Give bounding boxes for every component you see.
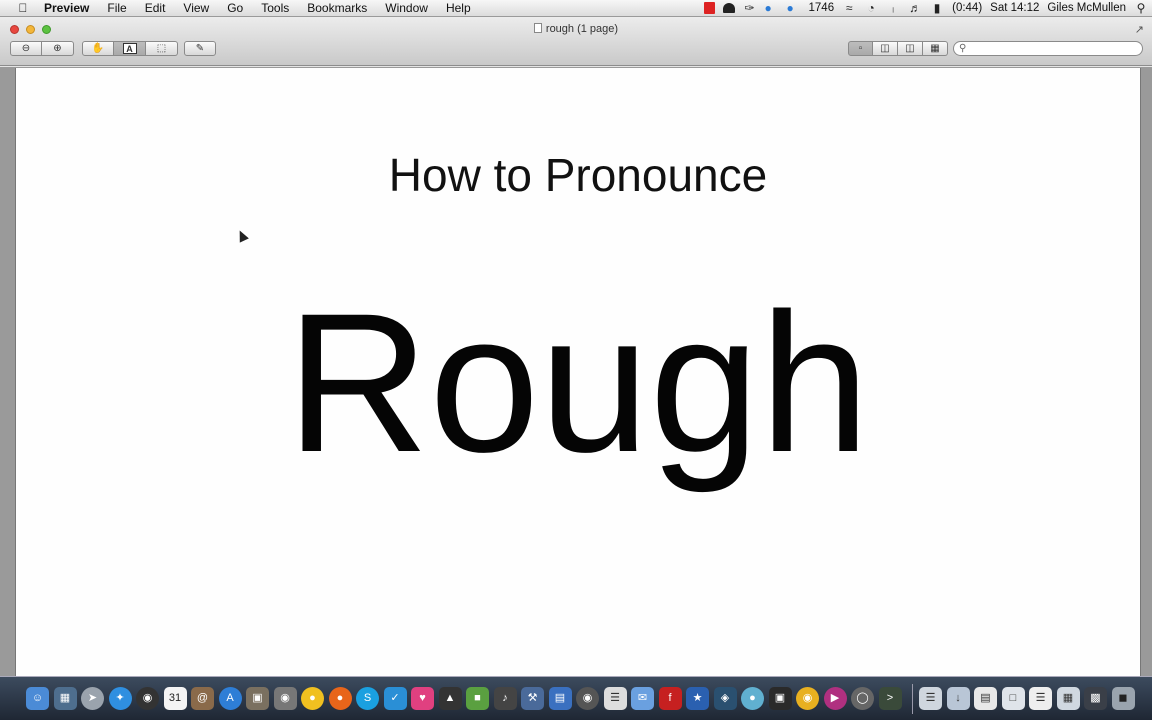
menu-bar:  Preview File Edit View Go Tools Bookma… xyxy=(0,0,1152,17)
terminal-icon[interactable]: > xyxy=(878,687,902,710)
finder-icon[interactable]: ☺ xyxy=(26,687,49,710)
dock: ☺ ▦ ➤ ✦ ◉ 31 @ A ▣ ◉ ● ● S ✓ ♥ ▲ ■ ♪ ⚒ ▤… xyxy=(0,676,1152,720)
cyberduck-icon[interactable]: ● xyxy=(301,687,324,710)
zoom-control: ⊖ ⊕ xyxy=(10,41,74,56)
status-menu-area: ✑ ● ● 1746 ≈ ◔ ᛧ ♬ ▮ (0:44) Sat 14:12 Gi… xyxy=(700,0,1152,17)
search-icon: ⚲ xyxy=(959,43,967,54)
news-icon[interactable]: ◈ xyxy=(713,687,737,710)
view-sidebar-button[interactable]: ◫ xyxy=(873,41,898,56)
evernote-icon[interactable]: ■ xyxy=(466,687,489,710)
mission-control-icon[interactable]: ▦ xyxy=(53,687,77,710)
app-store-icon[interactable]: A xyxy=(218,687,242,710)
downloads-stack-icon[interactable]: ↓ xyxy=(946,687,970,710)
app-menu[interactable]: Preview xyxy=(42,0,98,16)
photos-icon[interactable]: ★ xyxy=(686,687,709,710)
tool-mode-control: ✋ A ⬚ xyxy=(82,41,178,56)
twitterrific-icon[interactable]: ✓ xyxy=(383,687,407,710)
address-book-icon[interactable]: @ xyxy=(191,687,214,710)
preview-icon[interactable]: ▣ xyxy=(246,687,269,710)
skype-icon[interactable]: S xyxy=(356,687,379,710)
keynote-icon[interactable]: ▤ xyxy=(548,687,572,710)
firefox-icon[interactable]: ● xyxy=(328,687,352,710)
itunes-icon[interactable]: ♥ xyxy=(411,687,434,710)
annotate-button[interactable]: ✎ xyxy=(184,41,216,56)
zoom-in-button[interactable]: ⊕ xyxy=(42,41,74,56)
menu-window[interactable]: Window xyxy=(376,0,437,16)
spotlight-icon[interactable]: ⚲ xyxy=(1134,2,1148,14)
text-select-icon: A xyxy=(122,43,137,54)
document-area[interactable]: How to Pronounce Rough xyxy=(0,67,1152,676)
title-bar: rough (1 page) ↗ ⊖ ⊕ ✋ A ⬚ ✎ ▫ ◫ ◫ ▦ ⚲ xyxy=(0,17,1152,66)
view-two-page-button[interactable]: ◫ xyxy=(898,41,923,56)
flash-icon[interactable]: f xyxy=(658,687,682,710)
apple-menu-icon[interactable]:  xyxy=(14,1,32,15)
textedit-icon[interactable]: ☰ xyxy=(603,687,627,710)
vpn-icon[interactable]: ▲ xyxy=(438,687,462,710)
quill-icon[interactable]: ✑ xyxy=(743,2,757,14)
music-icon[interactable]: ▶ xyxy=(823,687,847,710)
folder-stack-icon[interactable]: ▤ xyxy=(974,687,997,710)
window-title: rough (1 page) xyxy=(0,23,1152,35)
screen-stack-icon[interactable]: ▩ xyxy=(1084,687,1107,710)
time-machine-icon[interactable]: ◔ xyxy=(864,2,878,14)
applications-stack-icon[interactable]: ▦ xyxy=(1056,687,1080,710)
menu-tools[interactable]: Tools xyxy=(252,0,298,16)
view-mode-control: ▫ ◫ ◫ ▦ xyxy=(848,41,948,56)
instruments-icon[interactable]: ◯ xyxy=(851,687,874,710)
documents-stack-icon[interactable]: ☰ xyxy=(919,687,942,710)
view-single-button[interactable]: ▫ xyxy=(848,41,873,56)
twitter-icon[interactable]: ● xyxy=(765,2,779,14)
page-heading: How to Pronounce xyxy=(388,149,768,201)
dvd-player-icon[interactable]: ◉ xyxy=(576,687,599,710)
document-icon xyxy=(533,23,542,33)
menu-view[interactable]: View xyxy=(174,0,218,16)
notification-icon[interactable] xyxy=(722,3,735,13)
tweet-count[interactable]: 1746 xyxy=(805,0,839,16)
menu-file[interactable]: File xyxy=(98,0,135,16)
menu-bookmarks[interactable]: Bookmarks xyxy=(298,0,376,16)
user-name[interactable]: Giles McMullen xyxy=(1043,0,1130,16)
wifi-icon[interactable]: ≈ xyxy=(842,2,856,14)
preview-window: rough (1 page) ↗ ⊖ ⊕ ✋ A ⬚ ✎ ▫ ◫ ◫ ▦ ⚲ H… xyxy=(0,17,1152,676)
twitter-count-icon[interactable]: ● xyxy=(787,2,801,14)
rect-select-button[interactable]: ⬚ xyxy=(146,41,178,56)
trash-icon[interactable]: ◼ xyxy=(1111,687,1135,710)
chrome-icon[interactable]: ◉ xyxy=(796,687,819,710)
photo-booth-icon[interactable]: ◉ xyxy=(273,687,297,710)
search-field[interactable]: ⚲ xyxy=(953,41,1143,56)
mail-icon[interactable]: ✉ xyxy=(631,687,654,710)
dashboard-icon[interactable]: ◉ xyxy=(136,687,159,710)
launchpad-icon[interactable]: ➤ xyxy=(81,687,104,710)
notes-stack-icon[interactable]: ☰ xyxy=(1029,687,1052,710)
clock[interactable]: Sat 14:12 xyxy=(986,0,1043,16)
safari-icon[interactable]: ✦ xyxy=(108,687,132,710)
dock-separator xyxy=(912,683,913,714)
page-word: Rough xyxy=(286,272,870,493)
calendar-icon[interactable]: 31 xyxy=(163,687,187,710)
garageband-icon[interactable]: ♪ xyxy=(493,687,517,710)
menu-go[interactable]: Go xyxy=(218,0,252,16)
red-status-icon[interactable] xyxy=(703,2,715,14)
stage-icon[interactable]: ▣ xyxy=(768,687,792,710)
bluetooth-icon[interactable]: ᛧ xyxy=(886,2,900,14)
pdf-page[interactable]: How to Pronounce Rough xyxy=(15,68,1141,676)
maps-icon[interactable]: ● xyxy=(741,687,764,710)
zoom-out-button[interactable]: ⊖ xyxy=(10,41,42,56)
xcode-icon[interactable]: ⚒ xyxy=(521,687,544,710)
view-contact-sheet-button[interactable]: ▦ xyxy=(923,41,948,56)
menu-help[interactable]: Help xyxy=(437,0,480,16)
annotate-control: ✎ xyxy=(184,41,216,56)
text-select-button[interactable]: A xyxy=(114,41,146,56)
fullscreen-icon[interactable]: ↗ xyxy=(1135,23,1144,36)
battery-icon[interactable]: ▮ xyxy=(930,2,944,14)
menu-edit[interactable]: Edit xyxy=(136,0,175,16)
window-title-text: rough (1 page) xyxy=(545,23,619,35)
volume-icon[interactable]: ♬ xyxy=(908,2,922,14)
battery-time[interactable]: (0:44) xyxy=(948,0,986,16)
files-stack-icon[interactable]: □ xyxy=(1001,687,1025,710)
hand-tool-button[interactable]: ✋ xyxy=(82,41,114,56)
mouse-cursor-icon xyxy=(235,228,249,243)
